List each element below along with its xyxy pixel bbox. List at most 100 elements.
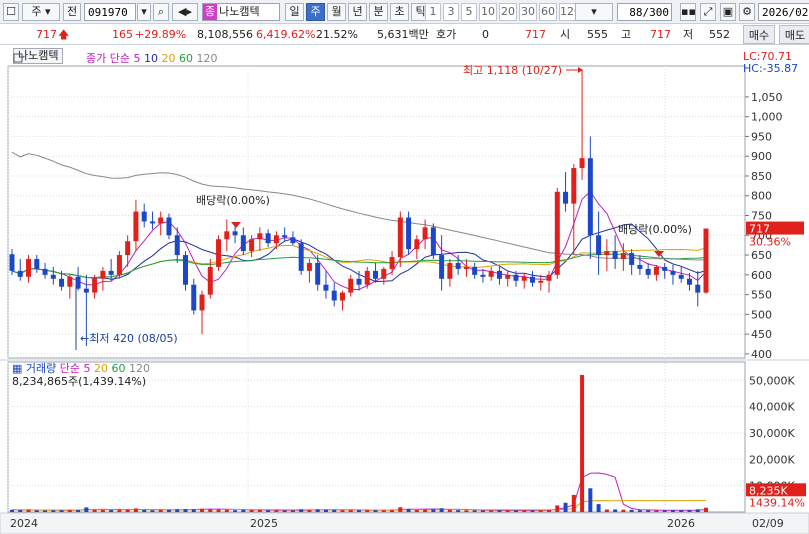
candle-body — [108, 270, 114, 275]
legend-ma-20: 20 — [161, 52, 179, 65]
volume-legend-ma-5: 5 — [84, 362, 95, 375]
volume-bar — [233, 510, 238, 512]
volume-bar — [480, 510, 485, 512]
candle-body — [703, 228, 709, 293]
volume-bar — [59, 510, 64, 512]
hoga-value: 0 — [482, 28, 489, 41]
candle-body — [92, 278, 98, 293]
candle-body — [257, 233, 263, 240]
dividend-marker-2 — [654, 251, 664, 257]
stock-name-field[interactable]: 종 나노캠텍 — [202, 3, 280, 21]
candle-body — [348, 278, 354, 293]
zoom-icon[interactable]: ⤢ — [700, 3, 716, 21]
volume-bar — [679, 510, 684, 512]
price-tick-label: 550 — [751, 289, 772, 302]
sell-button[interactable]: 매도 — [779, 25, 809, 44]
volume-bar — [563, 502, 568, 512]
candle-body — [505, 274, 511, 279]
minute-option-1[interactable]: 1 — [425, 3, 441, 21]
volume-bar — [200, 508, 205, 512]
speaker-icon[interactable]: ◀▸ — [172, 3, 198, 21]
minute-option-10[interactable]: 10 — [479, 3, 497, 21]
market-prefix[interactable]: 전 — [63, 3, 81, 21]
candle-body — [686, 278, 692, 285]
price-tick-label: 450 — [751, 328, 772, 341]
save-icon[interactable]: ▣ — [720, 3, 736, 21]
low-label: 저 — [683, 28, 694, 41]
chart-tools-icon[interactable]: ▪▪ — [680, 3, 696, 21]
candle-body — [315, 262, 321, 285]
candle-body — [604, 251, 610, 256]
candle-body — [282, 235, 288, 238]
period-tab-5[interactable]: 초 — [390, 3, 409, 21]
open-price: 555 — [587, 28, 608, 41]
candle-body — [546, 274, 552, 281]
volume-bar — [662, 510, 667, 512]
up-arrow-icon: 🡅 — [58, 28, 70, 41]
price-tick-label: 850 — [751, 170, 772, 183]
volume-bar — [365, 510, 370, 512]
volume-pct: 6,419.62% — [256, 28, 316, 41]
volume-bar — [323, 509, 328, 512]
period-tab-1[interactable]: 주 — [306, 3, 325, 21]
candle-body — [323, 284, 329, 291]
minute-option-5[interactable]: 5 — [461, 3, 477, 21]
ma120-line — [11, 151, 707, 261]
gear-icon[interactable]: ⚙ — [739, 3, 755, 21]
volume-bar — [654, 510, 659, 512]
candle-body — [42, 268, 48, 275]
volume-bar — [340, 510, 345, 512]
price-tick-label: 950 — [751, 130, 772, 143]
candle-body — [249, 239, 255, 252]
volume-bar — [216, 509, 221, 512]
current-pct-tag: 30.36% — [749, 236, 791, 249]
price-tick-label: 800 — [751, 190, 772, 203]
period-tab-4[interactable]: 분 — [369, 3, 388, 21]
volume-bar — [472, 510, 477, 512]
custom-period-select[interactable]: ▾ — [575, 3, 613, 21]
candle-body — [662, 266, 668, 271]
stock-code-input[interactable] — [84, 3, 136, 21]
candle-body — [422, 227, 428, 240]
candle-body — [59, 278, 65, 287]
period-tab-3[interactable]: 년 — [348, 3, 367, 21]
search-icon[interactable]: ⌕ — [153, 3, 169, 21]
candle-body — [695, 284, 701, 293]
code-dropdown-button[interactable]: ▾ — [137, 3, 151, 21]
period-tab-2[interactable]: 월 — [327, 3, 346, 21]
price-tick-label: 1,000 — [751, 111, 783, 124]
price-tick-label: 600 — [751, 269, 772, 282]
minute-option-3[interactable]: 3 — [443, 3, 459, 21]
date-input[interactable] — [758, 3, 809, 21]
candle-body — [496, 270, 502, 279]
volume-tick-label: 20,000K — [749, 453, 795, 466]
minute-option-60[interactable]: 60 — [539, 3, 557, 21]
top-toolbar: ☐ 주 ▾ 전 ▾ ⌕ ◀▸ 종나노캠텍 일주월년분초틱 13510203060… — [0, 0, 809, 24]
volume-bar — [34, 510, 39, 512]
minute-option-30[interactable]: 30 — [519, 3, 537, 21]
volume-bar — [513, 510, 518, 512]
volume-bar — [613, 509, 618, 512]
volume-bar — [51, 510, 56, 512]
volume-bar — [406, 508, 411, 512]
volume-tick-label: 30,000K — [749, 427, 795, 440]
buy-button[interactable]: 매수 — [743, 25, 775, 44]
hc-label: HC:-35.87 — [743, 62, 798, 75]
volume-bar — [596, 504, 601, 512]
candle-body — [364, 270, 370, 285]
candle-count-input[interactable] — [617, 3, 672, 21]
candle-body — [530, 276, 535, 283]
volume-bar — [373, 510, 378, 512]
market-select[interactable]: 주 ▾ — [22, 3, 60, 21]
candle-body — [430, 227, 436, 256]
minute-option-20[interactable]: 20 — [499, 3, 517, 21]
candle-body — [166, 217, 172, 236]
window-menu-icon[interactable]: ☐ — [3, 3, 19, 21]
volume-bar — [142, 509, 147, 512]
turnover-pct: 21.52% — [316, 28, 358, 41]
candle-body — [306, 262, 312, 271]
dividend-marker-1 — [231, 222, 241, 228]
candle-body — [480, 274, 486, 277]
period-tab-0[interactable]: 일 — [285, 3, 304, 21]
price-chart[interactable]: 1,0501,000950900850800750700650600550500… — [0, 46, 809, 534]
